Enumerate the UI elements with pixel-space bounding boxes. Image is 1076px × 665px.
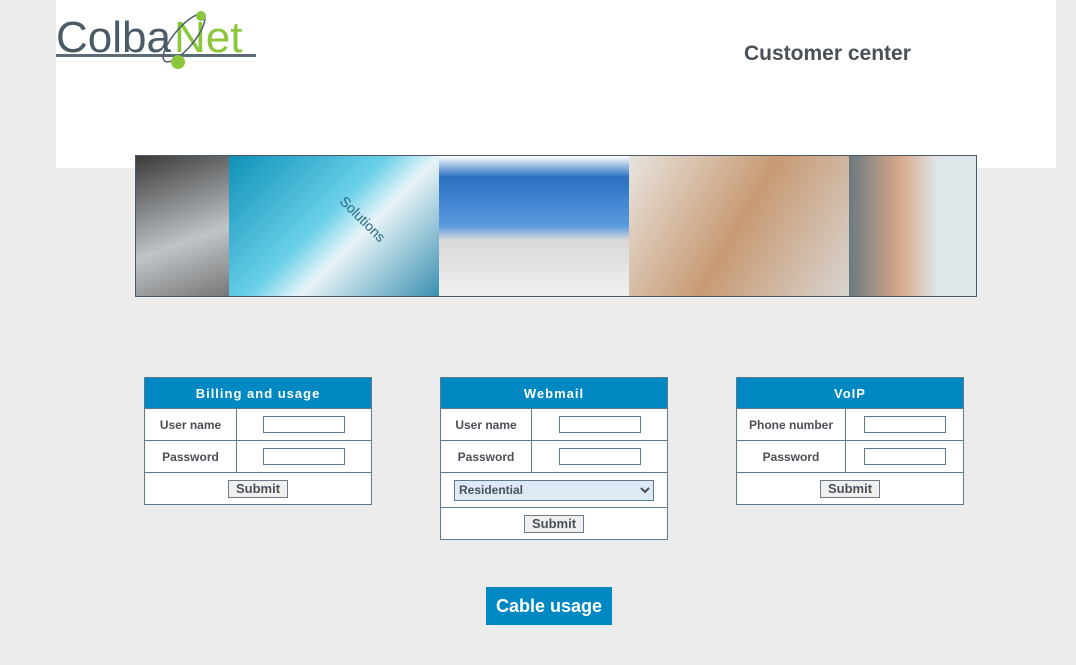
colbanet-logo[interactable]: Colba Net <box>56 8 261 70</box>
phone-label: Phone number <box>736 408 846 441</box>
billing-title: Billing and usage <box>144 377 372 409</box>
webmail-form: Webmail User name Password Residential S… <box>440 377 668 540</box>
woman-phone-image <box>849 156 976 296</box>
typing-image <box>629 156 849 296</box>
webmail-title: Webmail <box>440 377 668 409</box>
webmail-password-input[interactable] <box>558 448 641 465</box>
username-label: User name <box>440 408 532 441</box>
cable-usage-button[interactable]: Cable usage <box>486 587 612 625</box>
billing-submit-button[interactable]: Submit <box>227 479 289 498</box>
password-label: Password <box>440 440 532 473</box>
voip-submit-button[interactable]: Submit <box>819 479 881 498</box>
billing-username-input[interactable] <box>263 416 345 433</box>
webmail-username-input[interactable] <box>558 416 641 433</box>
banner-image: Solutions <box>135 155 977 297</box>
solutions-key-image: Solutions <box>229 156 439 296</box>
webmail-submit-button[interactable]: Submit <box>523 514 585 533</box>
billing-form: Billing and usage User name Password Sub… <box>144 377 372 505</box>
credit-card-image <box>136 156 229 296</box>
password-label: Password <box>736 440 846 473</box>
voip-form: VoIP Phone number Password Submit <box>736 377 964 505</box>
header: Colba Net Customer center <box>56 0 1056 168</box>
password-label: Password <box>144 440 237 473</box>
billing-password-input[interactable] <box>263 448 345 465</box>
username-label: User name <box>144 408 237 441</box>
page-title: Customer center <box>744 42 911 65</box>
voip-phone-input[interactable] <box>863 416 946 433</box>
laptop-envelopes-image <box>439 156 629 296</box>
voip-password-input[interactable] <box>863 448 946 465</box>
account-type-select[interactable]: Residential <box>454 479 654 501</box>
voip-title: VoIP <box>736 377 964 409</box>
